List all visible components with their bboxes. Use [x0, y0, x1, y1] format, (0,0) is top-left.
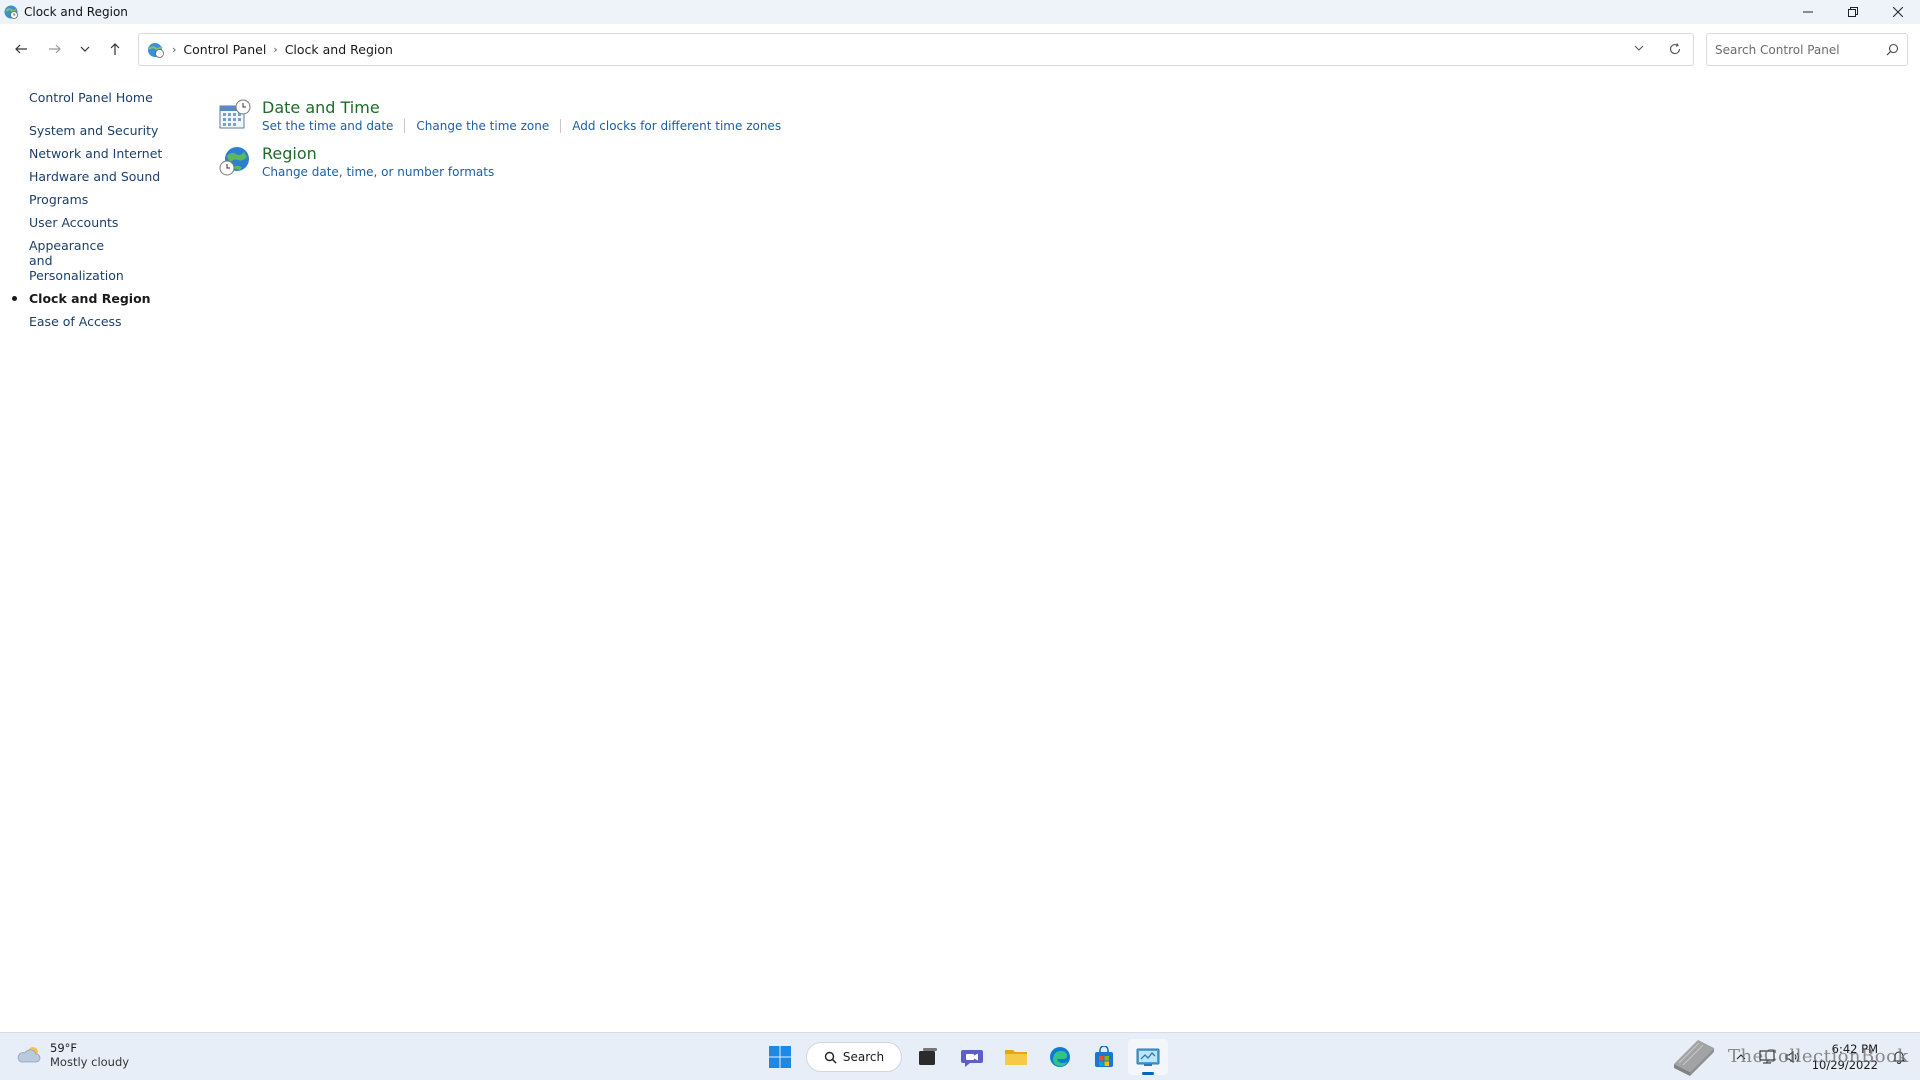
edge-icon	[1050, 1047, 1070, 1067]
chevron-right-icon: ›	[172, 43, 177, 56]
region-title[interactable]: Region	[262, 144, 317, 163]
search-icon	[824, 1051, 837, 1064]
region-links: Change date, time, or number formats	[262, 165, 494, 179]
weather-text: 59°F Mostly cloudy	[50, 1041, 129, 1069]
watermark-text: TheCollectionBook	[1728, 1045, 1909, 1067]
restore-button[interactable]	[1830, 0, 1875, 24]
store-button[interactable]	[1084, 1039, 1124, 1075]
minimize-button[interactable]	[1785, 0, 1830, 24]
sidebar-item-ease-of-access[interactable]: Ease of Access	[29, 314, 179, 329]
window-controls	[1785, 0, 1920, 24]
breadcrumb-control-panel[interactable]: Control Panel	[183, 42, 266, 57]
globe-clock-icon[interactable]	[218, 144, 252, 178]
arrow-up-icon	[110, 43, 120, 55]
search-box	[1706, 33, 1908, 66]
start-button[interactable]	[760, 1039, 800, 1075]
task-view-button[interactable]	[908, 1039, 948, 1075]
sidebar-control-panel-home[interactable]: Control Panel Home	[29, 90, 153, 105]
taskbar-search-button[interactable]: Search	[806, 1042, 902, 1072]
address-dropdown-button[interactable]	[1621, 43, 1657, 56]
taskbar: 59°F Mostly cloudy Search 6:42 PM 10/29/…	[0, 1032, 1920, 1080]
breadcrumb-clock-and-region[interactable]: Clock and Region	[285, 42, 393, 57]
date-and-time-title[interactable]: Date and Time	[262, 98, 380, 117]
arrow-right-icon	[49, 44, 61, 54]
window-title: Clock and Region	[24, 5, 128, 19]
sidebar-item-programs[interactable]: Programs	[29, 192, 179, 207]
title-bar: Clock and Region	[0, 0, 1920, 24]
sidebar-item-user-accounts[interactable]: User Accounts	[29, 215, 179, 230]
restore-icon	[1847, 7, 1858, 17]
search-input[interactable]	[1715, 42, 1875, 57]
calendar-clock-icon[interactable]	[218, 98, 252, 132]
minimize-icon	[1802, 11, 1813, 13]
arrow-left-icon	[15, 44, 27, 54]
sidebar-item-network-and-internet[interactable]: Network and Internet	[29, 146, 179, 161]
control-panel-icon	[1136, 1048, 1160, 1066]
refresh-button[interactable]	[1657, 40, 1693, 59]
weather-condition: Mostly cloudy	[50, 1055, 130, 1069]
forward-button[interactable]	[42, 36, 68, 62]
up-button[interactable]	[102, 36, 128, 62]
change-formats-link[interactable]: Change date, time, or number formats	[262, 165, 494, 179]
chevron-down-icon	[80, 46, 90, 52]
active-bullet	[12, 296, 17, 301]
task-view-icon	[919, 1048, 937, 1065]
recent-locations-button[interactable]	[72, 36, 98, 62]
edge-button[interactable]	[1040, 1039, 1080, 1075]
sidebar-list: System and Security Network and Internet…	[12, 123, 179, 337]
control-panel-app-icon	[4, 5, 18, 19]
weather-temperature: 59°F	[50, 1041, 77, 1055]
file-explorer-button[interactable]	[996, 1039, 1036, 1075]
control-panel-taskbar-button[interactable]	[1128, 1039, 1168, 1075]
close-icon	[1892, 7, 1903, 17]
address-bar-actions	[1621, 34, 1693, 65]
watermark: TheCollectionBook	[1668, 1034, 1909, 1078]
teams-chat-icon	[961, 1050, 983, 1067]
windows-start-icon	[769, 1046, 791, 1068]
control-panel-icon	[148, 42, 164, 58]
sidebar-item-label: Clock and Region	[29, 291, 151, 306]
sidebar-item-clock-and-region: Clock and Region	[12, 291, 179, 306]
change-time-zone-link[interactable]: Change the time zone	[416, 119, 549, 133]
sidebar-item-hardware-and-sound[interactable]: Hardware and Sound	[29, 169, 179, 184]
store-icon	[1095, 1046, 1113, 1067]
refresh-icon	[1669, 43, 1681, 55]
sidebar-item-appearance-and-personalization[interactable]: Appearance and Personalization	[29, 238, 129, 283]
chevron-right-icon: ›	[273, 43, 278, 56]
address-bar[interactable]: › Control Panel › Clock and Region	[138, 33, 1694, 66]
folder-icon	[1005, 1050, 1027, 1065]
book-logo-icon	[1674, 1040, 1714, 1076]
link-divider	[560, 119, 562, 133]
back-button[interactable]	[8, 36, 34, 62]
weather-widget[interactable]: 59°F Mostly cloudy	[16, 1041, 129, 1069]
sidebar-item-system-and-security[interactable]: System and Security	[29, 123, 179, 138]
taskbar-apps: Search	[758, 1039, 1170, 1075]
date-and-time-links: Set the time and date Change the time zo…	[262, 119, 781, 133]
link-divider	[404, 119, 406, 133]
close-button[interactable]	[1875, 0, 1920, 24]
teams-chat-button[interactable]	[952, 1039, 992, 1075]
search-icon[interactable]	[1886, 43, 1899, 56]
active-app-indicator	[1142, 1072, 1154, 1075]
add-clocks-link[interactable]: Add clocks for different time zones	[572, 119, 781, 133]
navigation-bar: › Control Panel › Clock and Region	[0, 30, 1920, 70]
set-time-and-date-link[interactable]: Set the time and date	[262, 119, 393, 133]
chevron-down-icon	[1634, 45, 1644, 51]
taskbar-search-label: Search	[842, 1050, 885, 1064]
cloud-icon	[17, 1047, 41, 1063]
